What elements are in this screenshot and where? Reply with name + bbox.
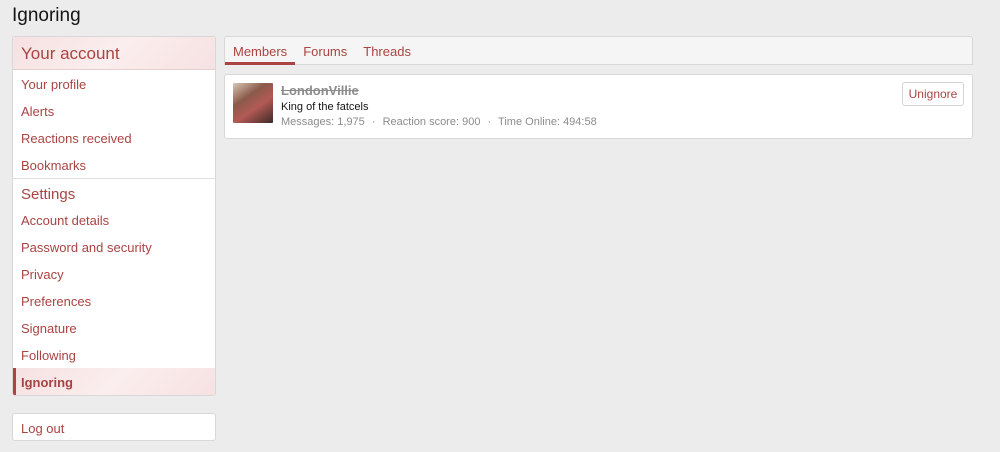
tab-members[interactable]: Members [225,37,296,65]
sidebar-item-privacy[interactable]: Privacy [13,260,215,287]
sidebar-header-settings[interactable]: Settings [13,178,215,206]
time-online-value: 494:58 [563,116,597,128]
sidebar-item-signature[interactable]: Signature [13,314,215,341]
sidebar-item-your-profile[interactable]: Your profile [13,70,215,97]
member-username[interactable]: LondonVillie [281,83,359,98]
sidebar-item-bookmarks[interactable]: Bookmarks [13,151,215,178]
sidebar-item-ignoring[interactable]: Ignoring [13,368,215,395]
time-online-label: Time Online: [498,116,560,128]
ignore-tabs: Members Forums Threads [224,36,973,65]
page-title: Ignoring [12,5,81,26]
sidebar-item-following[interactable]: Following [13,341,215,368]
sidebar-item-account-details[interactable]: Account details [13,206,215,233]
tab-forums[interactable]: Forums [295,37,355,65]
avatar[interactable] [233,83,273,123]
messages-label: Messages: [281,116,335,128]
sidebar-header-your-account[interactable]: Your account [13,37,215,70]
unignore-button[interactable]: Unignore [902,82,964,106]
messages-count: 1,975 [337,116,365,128]
tab-threads[interactable]: Threads [355,37,419,65]
logout-link[interactable]: Log out [12,413,216,441]
account-sidebar: Your account Your profile Alerts Reactio… [12,36,216,396]
reaction-score-value: 900 [462,116,481,128]
sidebar-item-password-security[interactable]: Password and security [13,233,215,260]
member-stats: Messages: 1,975 · Reaction score: 900 · … [281,116,597,128]
stats-separator: · [487,116,492,128]
member-user-title: King of the fatcels [281,101,369,113]
ignored-member-card: LondonVillie King of the fatcels Message… [224,74,973,139]
sidebar-item-reactions-received[interactable]: Reactions received [13,124,215,151]
sidebar-item-preferences[interactable]: Preferences [13,287,215,314]
stats-separator: · [371,116,376,128]
reaction-score-label: Reaction score: [382,116,460,128]
sidebar-item-alerts[interactable]: Alerts [13,97,215,124]
